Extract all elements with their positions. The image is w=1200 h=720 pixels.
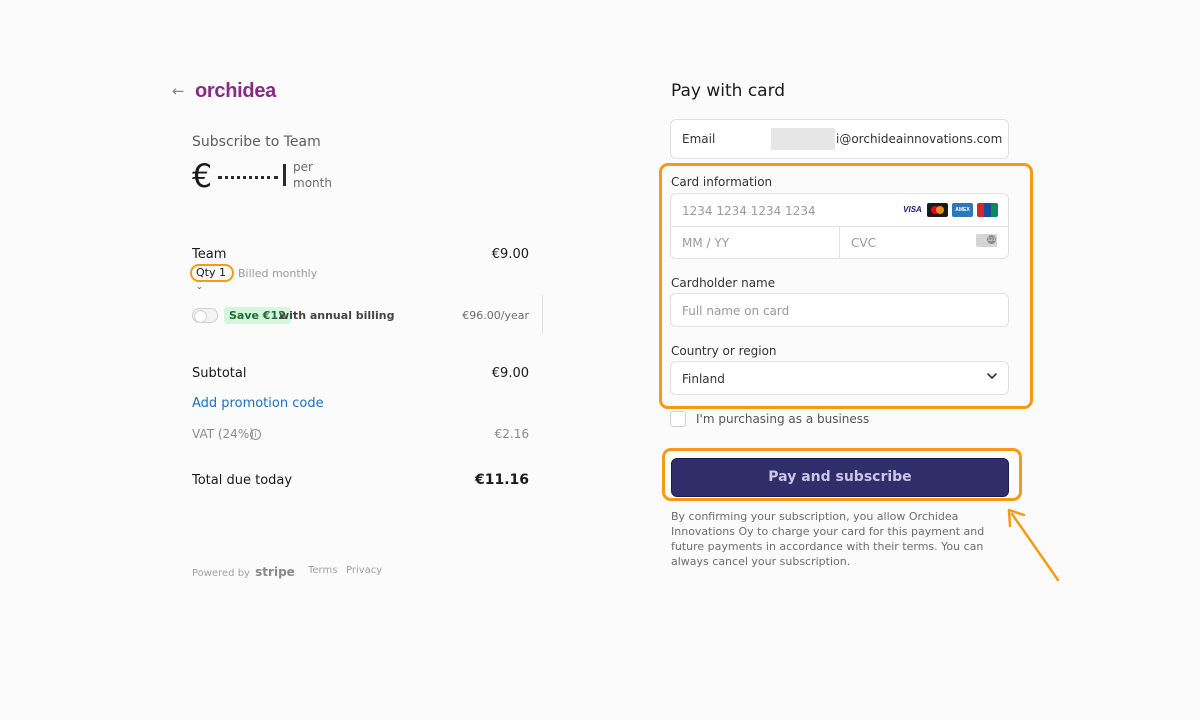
unionpay-icon xyxy=(977,203,998,217)
subtotal-value: €9.00 xyxy=(491,366,529,381)
email-redaction xyxy=(771,128,835,150)
billing-frequency: Billed monthly xyxy=(238,267,318,280)
divider xyxy=(839,227,840,258)
pay-with-card-title: Pay with card xyxy=(671,81,786,101)
card-number-input[interactable]: 1234 1234 1234 1234 xyxy=(682,204,816,218)
business-checkbox-label: I'm purchasing as a business xyxy=(696,412,870,426)
annotation-arrow-icon xyxy=(1007,508,1060,582)
price-period-label: month xyxy=(293,176,332,190)
annual-billing-label: with annual billing xyxy=(279,309,395,322)
add-promotion-code-link[interactable]: Add promotion code xyxy=(192,396,324,411)
pay-and-subscribe-button[interactable]: Pay and subscribe xyxy=(671,458,1009,497)
cvc-card-icon xyxy=(976,234,997,247)
vat-label: VAT (24%) xyxy=(192,427,254,441)
info-icon[interactable]: i xyxy=(250,429,261,440)
terms-link[interactable]: Terms xyxy=(308,565,337,576)
price-per-label: per xyxy=(293,160,313,174)
quantity-label: Qty 1 xyxy=(196,266,226,279)
email-label: Email xyxy=(682,132,716,146)
country-value: Finland xyxy=(682,372,725,386)
annual-price: €96.00/year xyxy=(462,309,529,322)
merchant-logo: orchidea xyxy=(195,80,276,102)
subscribe-title: Subscribe to Team xyxy=(192,134,321,150)
chevron-down-icon: ⌄ xyxy=(196,282,203,291)
mastercard-icon xyxy=(927,203,948,217)
amex-icon: AMEX xyxy=(952,203,973,217)
vat-value: €2.16 xyxy=(494,427,529,441)
cvc-input[interactable]: CVC xyxy=(851,236,876,250)
subtotal-label: Subtotal xyxy=(192,366,247,381)
price-redaction xyxy=(210,162,290,190)
email-value: i@orchideainnovations.com xyxy=(836,132,1003,146)
cardholder-name-label: Cardholder name xyxy=(671,276,776,290)
business-checkbox[interactable] xyxy=(670,411,686,427)
quantity-selector[interactable]: Qty 1 ⌄ xyxy=(190,264,234,291)
cardholder-name-placeholder: Full name on card xyxy=(682,304,790,318)
privacy-link[interactable]: Privacy xyxy=(346,565,382,576)
line-item-name: Team xyxy=(192,247,227,262)
annual-billing-toggle[interactable] xyxy=(192,308,218,323)
total-label: Total due today xyxy=(192,473,293,488)
back-arrow-icon[interactable]: ← xyxy=(172,82,188,100)
expiry-input[interactable]: MM / YY xyxy=(682,236,729,250)
powered-by-label: Powered by xyxy=(192,568,250,579)
price-period: per month xyxy=(293,159,332,191)
powered-by-stripe[interactable]: Powered by stripe xyxy=(192,565,295,579)
total-value: €11.16 xyxy=(474,472,529,488)
subscription-disclaimer: By confirming your subscription, you all… xyxy=(671,510,985,568)
country-label: Country or region xyxy=(671,344,777,358)
card-information-label: Card information xyxy=(671,175,773,189)
chevron-down-icon xyxy=(987,373,997,379)
stripe-logo: stripe xyxy=(255,565,295,579)
line-item-price: €9.00 xyxy=(491,247,529,262)
visa-icon: VISA xyxy=(902,203,923,217)
